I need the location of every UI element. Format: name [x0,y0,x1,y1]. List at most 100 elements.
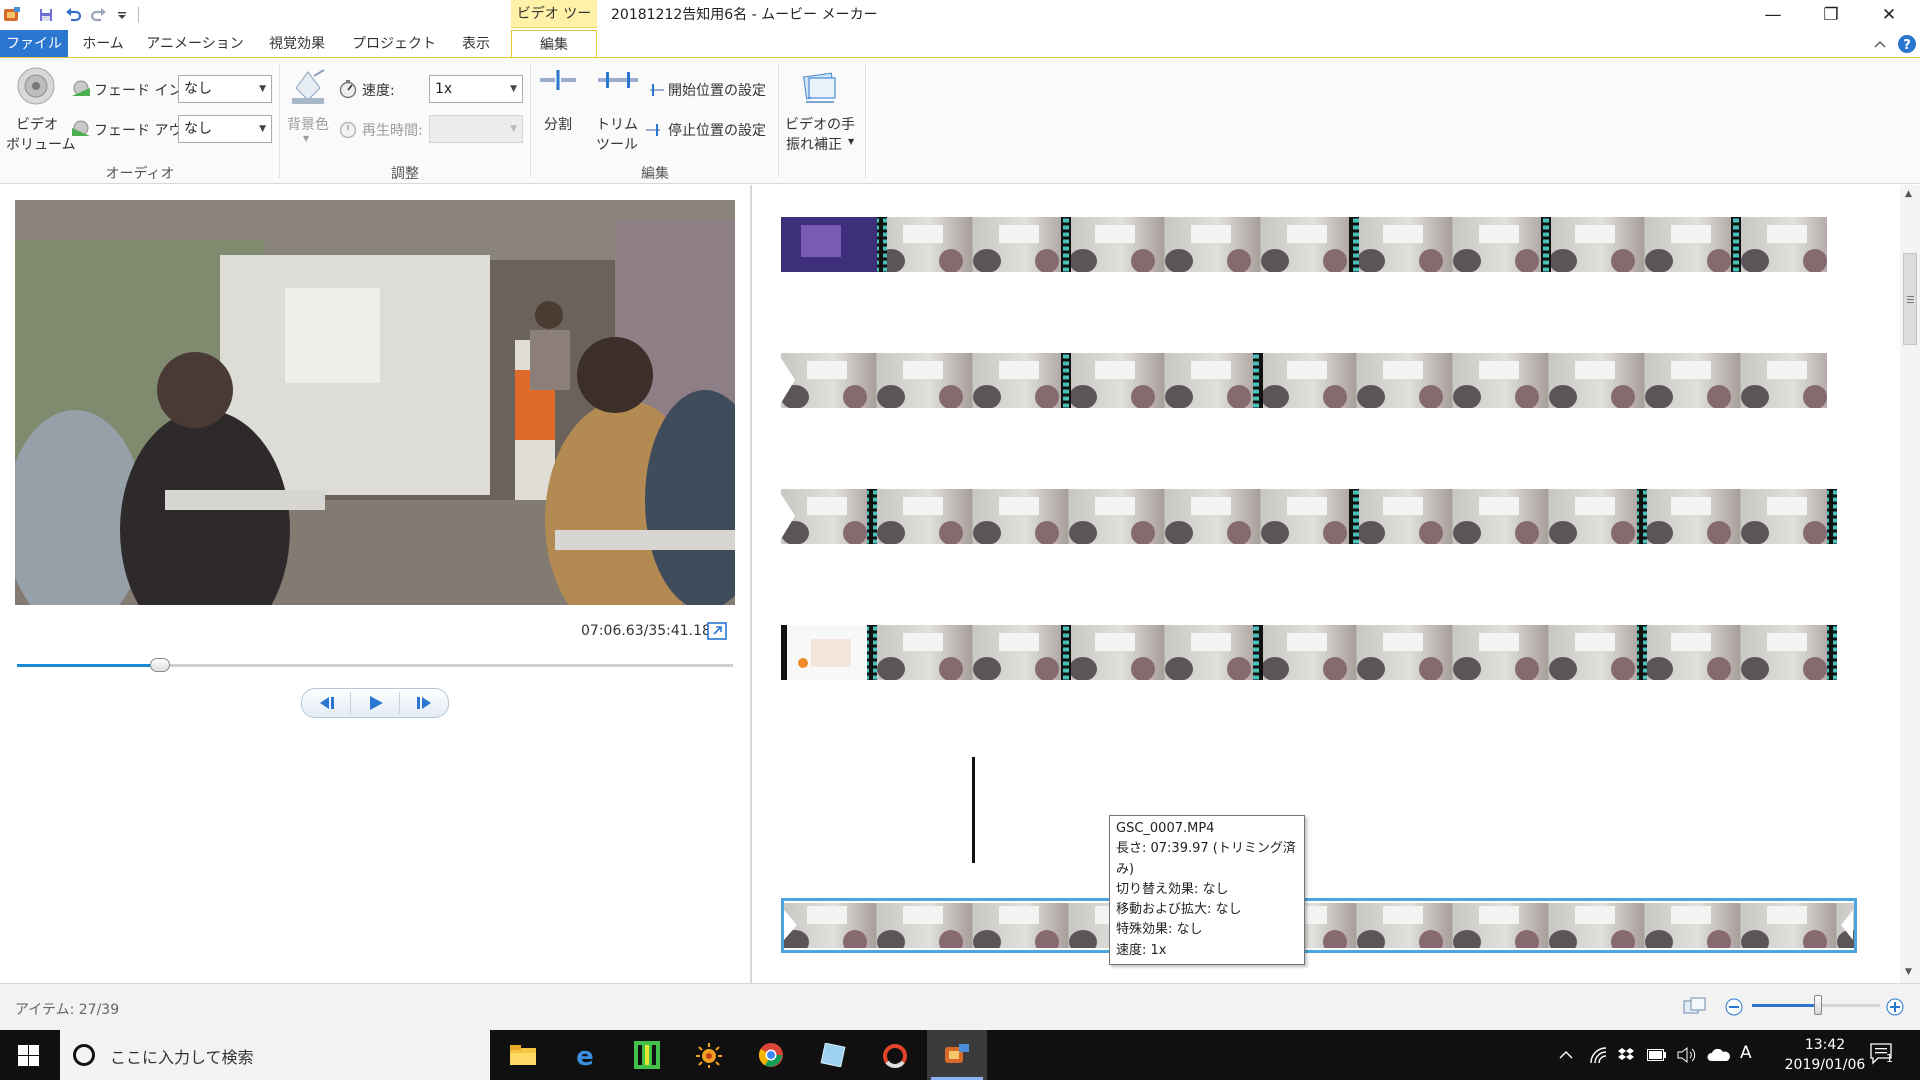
grip-line [1907,299,1914,300]
ime-indicator[interactable]: A [1740,1043,1752,1063]
show-hidden-icons-chevron-icon[interactable] [1558,1048,1574,1066]
clock-date: 2019/01/06 [1784,1057,1866,1073]
volume-icon[interactable] [1677,1046,1697,1068]
status-bar: アイテム: 27/39 [0,983,1920,1030]
movie-maker-icon [943,1042,971,1072]
trim-tool-button[interactable]: トリム ツール [594,64,640,154]
wifi-icon[interactable] [1589,1046,1607,1068]
background-color-button[interactable]: 背景色 ▼ [284,64,332,154]
speed-value: 1x [435,81,453,97]
dropbox-icon[interactable] [1617,1046,1635,1068]
windows-taskbar: ここに入力して検索 e A 13:42 2019/01/06 1 [0,1030,1920,1080]
thumbnail-size-icon[interactable] [1683,997,1707,1021]
onedrive-icon[interactable] [1707,1048,1731,1066]
stabilization-icon [800,66,840,110]
tab-animations[interactable]: アニメーション [138,30,252,58]
scroll-down-icon[interactable]: ▼ [1905,967,1912,977]
taskbar-app-tablet[interactable] [803,1030,863,1080]
zoom-slider-thumb[interactable] [1814,995,1822,1015]
redo-icon[interactable] [90,6,108,24]
storyboard-row-1[interactable] [781,217,1851,272]
storyboard-row-3[interactable] [781,489,1851,544]
clip-info-tooltip: GSC_0007.MP4 長さ: 07:39.97 (トリミング済み) 切り替え… [1109,815,1305,966]
search-placeholder: ここに入力して検索 [110,1048,254,1067]
storyboard-row-5-selected[interactable] [781,898,1857,953]
taskbar-movie-maker[interactable] [927,1030,987,1080]
sun-app-icon [694,1042,724,1072]
storyboard-scrollbar[interactable]: ▲ ▼ [1900,185,1920,983]
minimize-button[interactable]: — [1744,0,1802,30]
split-button[interactable]: 分割 [536,64,580,134]
zoom-slider[interactable] [1752,995,1880,1015]
set-start-icon [646,82,664,102]
seek-bar[interactable] [17,658,733,672]
tab-view[interactable]: 表示 [446,30,506,58]
play-button[interactable] [351,689,399,717]
storyboard-row-4[interactable] [781,625,1851,680]
zoom-in-icon[interactable] [1885,997,1905,1021]
ribbon-tab-bar: ファイル ホーム アニメーション 視覚効果 プロジェクト 表示 編集 ? [0,30,1920,58]
tablet-app-icon [820,1042,846,1071]
customize-qat-chevron-icon[interactable] [116,6,128,24]
scrollbar-thumb[interactable] [1903,253,1917,345]
tooltip-effect: 特殊効果: なし [1116,922,1203,938]
next-frame-button[interactable] [400,689,448,717]
taskbar-app-sun[interactable] [679,1030,739,1080]
set-end-label: 停止位置の設定 [668,123,766,139]
previous-frame-button[interactable] [302,689,350,717]
battery-icon[interactable] [1647,1049,1667,1065]
notification-badge: 1 [1886,1052,1893,1065]
app-icon[interactable] [2,6,22,24]
maximize-button[interactable]: ❐ [1802,0,1860,30]
set-end-point-button[interactable]: 停止位置の設定 [646,120,772,140]
zoom-out-icon[interactable] [1724,997,1744,1021]
taskbar-search-box[interactable]: ここに入力して検索 [60,1030,490,1080]
video-volume-label-2: ボリューム [6,137,76,153]
chevron-down-icon: ▼ [510,124,517,134]
tab-visual-effects[interactable]: 視覚効果 [252,30,342,58]
group-separator [279,64,280,178]
pane-splitter[interactable] [750,185,752,983]
edge-icon: e [572,1042,598,1073]
help-icon[interactable]: ? [1897,34,1917,54]
storyboard-row-2[interactable] [781,353,1851,408]
ring-app-icon [881,1042,909,1074]
action-center-icon[interactable]: 1 [1870,1043,1900,1069]
tab-project[interactable]: プロジェクト [342,30,446,58]
set-start-point-button[interactable]: 開始位置の設定 [646,80,772,100]
item-count: アイテム: 27/39 [15,1002,120,1018]
close-button[interactable]: ✕ [1860,0,1918,30]
fade-out-select[interactable]: なし ▼ [178,115,272,143]
background-color-label: 背景色 [287,117,329,133]
stabilization-label-2: 振れ補正 [786,137,842,153]
seek-thumb[interactable] [150,658,171,672]
speed-select[interactable]: 1x ▼ [429,75,523,103]
scroll-up-icon[interactable]: ▲ [1905,189,1912,199]
tab-edit[interactable]: 編集 [511,30,597,58]
ribbon-panel: ビデオ ボリューム フェード イン: なし ▼ フェード アウト: なし ▼ オ… [0,58,1920,184]
collapse-ribbon-icon[interactable] [1872,36,1888,52]
taskbar-edge[interactable]: e [555,1030,615,1080]
speaker-icon [16,66,56,110]
taskbar-app-green[interactable] [617,1030,677,1080]
tab-file[interactable]: ファイル [0,30,68,58]
save-icon[interactable] [38,6,54,24]
taskbar-clock[interactable]: 13:42 2019/01/06 [1780,1035,1870,1075]
video-stabilization-button[interactable]: ビデオの手 振れ補正 ▼ [782,64,858,154]
taskbar-file-explorer[interactable] [493,1030,553,1080]
fade-in-label: フェード イン: [94,83,188,99]
video-tools-context-label: ビデオ ツール [511,0,597,50]
start-windows-icon[interactable] [18,1045,40,1071]
fade-in-select[interactable]: なし ▼ [178,75,272,103]
video-preview[interactable] [15,200,735,605]
chevron-down-icon: ▼ [848,137,855,146]
video-volume-button[interactable]: ビデオ ボリューム [6,64,76,154]
taskbar-chrome[interactable] [741,1030,801,1080]
taskbar-app-ring[interactable] [865,1030,925,1080]
paint-bucket-icon [288,66,328,110]
tab-home[interactable]: ホーム [68,30,138,58]
duration-select[interactable]: ▼ [429,115,523,143]
undo-icon[interactable] [64,6,82,24]
title-bar: ビデオ ツール 20181212告知用6名 - ムービー メーカー — ❐ ✕ [0,0,1920,50]
fullscreen-preview-icon[interactable] [707,622,727,640]
